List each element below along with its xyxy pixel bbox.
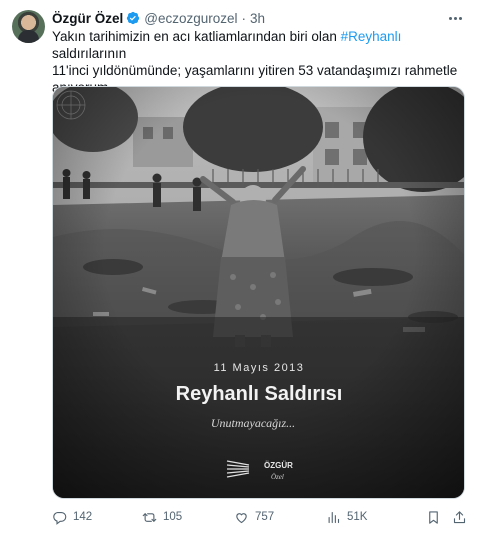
hashtag-link[interactable]: #Reyhanlı: [341, 29, 402, 44]
tweet-text-part: saldırılarının: [52, 46, 127, 61]
share-icon: [453, 510, 466, 523]
poster-title: Reyhanlı Saldırısı: [176, 383, 343, 405]
memorial-poster: 11 Mayıs 2013 Reyhanlı Saldırısı Unutmay…: [53, 87, 464, 498]
separator-dot: ·: [241, 10, 247, 26]
tweet-header: Özgür Özel @eczozgurozel · 3h: [52, 9, 265, 27]
like-icon: [236, 512, 247, 523]
share-button[interactable]: [452, 508, 467, 526]
like-button[interactable]: 757: [234, 508, 274, 526]
tweet-card[interactable]: Özgür Özel @eczozgurozel · 3h Yakın tari…: [0, 0, 478, 534]
tweet-text-part: Yakın tarihimizin en acı katliamlarından…: [52, 29, 341, 44]
repost-count: 105: [163, 511, 183, 523]
bookmark-button[interactable]: [426, 508, 441, 526]
more-icon[interactable]: [446, 10, 464, 26]
logo-script: Özel: [271, 473, 284, 481]
reply-button[interactable]: 142: [52, 508, 92, 526]
views-button[interactable]: 51K: [326, 508, 367, 526]
author-handle[interactable]: @eczozgurozel: [144, 11, 237, 26]
bookmark-icon: [429, 510, 438, 524]
like-count: 757: [255, 511, 275, 523]
tweet-text-part: 11'inci yıldönümünde; yaşamlarını yitire…: [52, 63, 458, 78]
tweet-media-image[interactable]: 11 Mayıs 2013 Reyhanlı Saldırısı Unutmay…: [52, 86, 465, 499]
repost-icon: [142, 512, 157, 522]
views-icon: [328, 511, 340, 523]
poster-date: 11 Mayıs 2013: [214, 362, 305, 374]
tweet-actions: 142 105 757 51K: [46, 508, 470, 526]
repost-button[interactable]: 105: [142, 508, 182, 526]
views-count: 51K: [347, 511, 368, 523]
reply-count: 142: [73, 511, 93, 523]
verified-badge-icon: [127, 11, 140, 25]
logo-word: ÖZGÜR: [264, 461, 293, 470]
author-name[interactable]: Özgür Özel: [52, 11, 123, 26]
tweet-time[interactable]: 3h: [250, 11, 265, 26]
reply-icon: [53, 511, 67, 525]
poster-signature: Unutmayacağız...: [211, 416, 295, 430]
avatar[interactable]: [12, 10, 45, 43]
